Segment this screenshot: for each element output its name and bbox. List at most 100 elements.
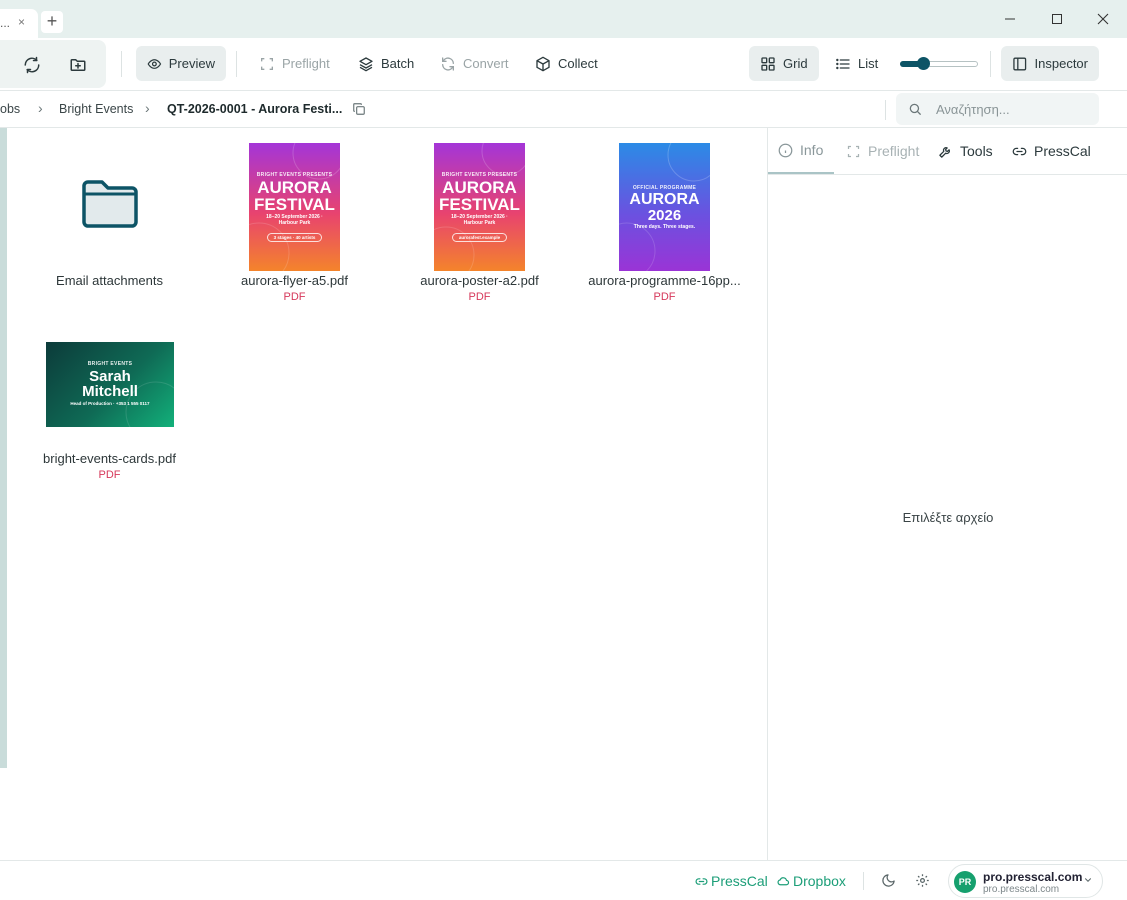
thumb-subtitle: 18–20 September 2026 · Harbour Park — [451, 214, 508, 226]
list-label: List — [858, 56, 879, 71]
account-switcher[interactable]: PR pro.presscal.com pro.presscal.com — [948, 864, 1103, 898]
preview-label: Preview — [168, 56, 215, 71]
file-type-badge: PDF — [653, 291, 676, 303]
breadcrumb-divider — [885, 100, 886, 120]
maximize-button[interactable] — [1034, 6, 1080, 32]
search-box[interactable] — [896, 93, 1099, 125]
inspector-empty-message: Επιλέξτε αρχείο — [902, 510, 994, 525]
breadcrumb-separator: › — [38, 100, 43, 116]
convert-label: Convert — [463, 56, 509, 71]
file-name: aurora-poster-a2.pdf — [420, 273, 539, 288]
file-type-badge: PDF — [283, 291, 306, 303]
cloud-icon — [777, 876, 790, 885]
chevron-down-icon — [1084, 878, 1092, 882]
tab-info[interactable]: Info — [768, 128, 834, 174]
thumb-title-line2: Mitchell — [82, 383, 138, 400]
folder-icon — [82, 180, 138, 228]
file-name: Email attachments — [56, 273, 163, 288]
maximize-icon — [1052, 14, 1062, 24]
settings-button[interactable] — [915, 873, 930, 891]
tab-preflight[interactable]: Preflight — [836, 128, 929, 174]
grid-item-bright-events-cards[interactable]: BRIGHT EVENTS Sarah Mitchell Head of Pro… — [22, 338, 197, 488]
thumb-title-line2: FESTIVAL — [254, 195, 335, 214]
thumb-pill: 3 stages · 40 artists — [267, 233, 322, 242]
grid-item-aurora-poster[interactable]: BRIGHT EVENTS PRESENTS AURORA FESTIVAL 1… — [392, 143, 567, 308]
tab-tools-label: Tools — [960, 143, 993, 159]
new-tab-button[interactable]: + — [41, 11, 63, 33]
minimize-button[interactable] — [987, 6, 1033, 32]
tab-title: ... — [0, 16, 11, 30]
dropbox-link-label: Dropbox — [793, 873, 846, 889]
list-view-button[interactable]: List — [824, 46, 889, 81]
title-bar: ... × + — [0, 0, 1127, 38]
file-name: aurora-flyer-a5.pdf — [241, 273, 348, 288]
dropbox-link[interactable]: Dropbox — [777, 873, 846, 889]
breadcrumb: obs › Bright Events › QT-2026-0001 - Aur… — [0, 91, 1127, 128]
presscal-link[interactable]: PressCal — [695, 873, 768, 889]
scan-icon — [261, 57, 273, 70]
grid-item-aurora-programme[interactable]: OFFICIAL PROGRAMME AURORA 2026 Three day… — [577, 143, 752, 308]
toolbar-separator — [990, 51, 991, 77]
gear-icon — [916, 874, 929, 887]
grid-view-button[interactable]: Grid — [749, 46, 819, 81]
convert-icon — [442, 56, 454, 71]
thumb-title-line2: 2026 — [647, 207, 682, 224]
breadcrumb-separator: › — [145, 100, 150, 116]
package-icon — [536, 56, 550, 71]
tab-close-icon[interactable]: × — [18, 15, 25, 29]
close-icon — [1097, 13, 1109, 25]
tab-preflight-label: Preflight — [868, 143, 920, 159]
copy-path-button[interactable] — [352, 102, 366, 119]
account-name: pro.presscal.com — [983, 870, 1083, 884]
theme-toggle-button[interactable] — [881, 873, 896, 891]
batch-button[interactable]: Batch — [347, 46, 425, 81]
convert-button[interactable]: Convert — [429, 46, 520, 81]
link-icon — [1012, 147, 1027, 155]
minimize-icon — [1005, 18, 1015, 20]
batch-label: Batch — [381, 56, 415, 71]
presscal-link-label: PressCal — [711, 873, 768, 889]
list-icon — [836, 58, 850, 69]
thumb-subtitle: 18–20 September 2026 · Harbour Park — [266, 214, 323, 226]
grid-item-aurora-flyer[interactable]: BRIGHT EVENTS PRESENTS AURORA FESTIVAL 1… — [207, 143, 382, 308]
grid-item-email-attachments[interactable]: Email attachments — [22, 148, 197, 298]
link-icon — [695, 877, 708, 885]
avatar: PR — [954, 871, 976, 893]
close-button[interactable] — [1080, 6, 1126, 32]
inspector-toggle-button[interactable]: Inspector — [1001, 46, 1099, 81]
zoom-slider[interactable] — [900, 57, 978, 70]
scan-icon — [847, 145, 860, 157]
panel-right-icon — [1013, 57, 1027, 70]
sidebar-collapsed-strip[interactable] — [0, 128, 7, 768]
pdf-thumbnail: BRIGHT EVENTS PRESENTS AURORA FESTIVAL 1… — [249, 143, 340, 271]
toolbar-left-group — [0, 40, 106, 88]
preflight-button[interactable]: Preflight — [248, 46, 341, 81]
search-input[interactable] — [936, 100, 1086, 118]
thumb-subtitle: Head of Production · +353 1 555 0117 — [70, 401, 150, 406]
status-separator — [863, 872, 864, 890]
tab-active[interactable]: ... × — [0, 9, 38, 38]
layers-icon — [359, 56, 373, 71]
breadcrumb-item-bright-events[interactable]: Bright Events — [59, 102, 133, 116]
refresh-icon — [24, 56, 40, 74]
refresh-button[interactable] — [18, 51, 46, 79]
tab-presscal[interactable]: PressCal — [1002, 128, 1101, 174]
tab-tools[interactable]: Tools — [928, 128, 1003, 174]
info-icon — [778, 143, 793, 157]
zoom-slider-thumb[interactable] — [917, 57, 930, 70]
folder-plus-icon — [70, 59, 86, 71]
collect-button[interactable]: Collect — [524, 46, 609, 81]
thumb-pill: aurorafest.example — [452, 233, 507, 242]
thumb-title-line2: FESTIVAL — [439, 195, 520, 214]
preview-button[interactable]: Preview — [136, 46, 226, 81]
toolbar-separator — [121, 51, 122, 77]
eye-icon — [147, 58, 162, 69]
toolbar: Preview Preflight Batch Convert Collect … — [0, 38, 1127, 91]
inspector-panel: Info Preflight Tools PressCal Επιλέξτε α… — [767, 128, 1127, 860]
collect-label: Collect — [558, 56, 598, 71]
new-folder-button[interactable] — [64, 51, 92, 79]
moon-icon — [882, 874, 895, 887]
breadcrumb-item-jobs[interactable]: obs — [0, 102, 20, 116]
pdf-thumbnail: BRIGHT EVENTS Sarah Mitchell Head of Pro… — [46, 342, 174, 427]
toolbar-separator — [236, 51, 237, 77]
